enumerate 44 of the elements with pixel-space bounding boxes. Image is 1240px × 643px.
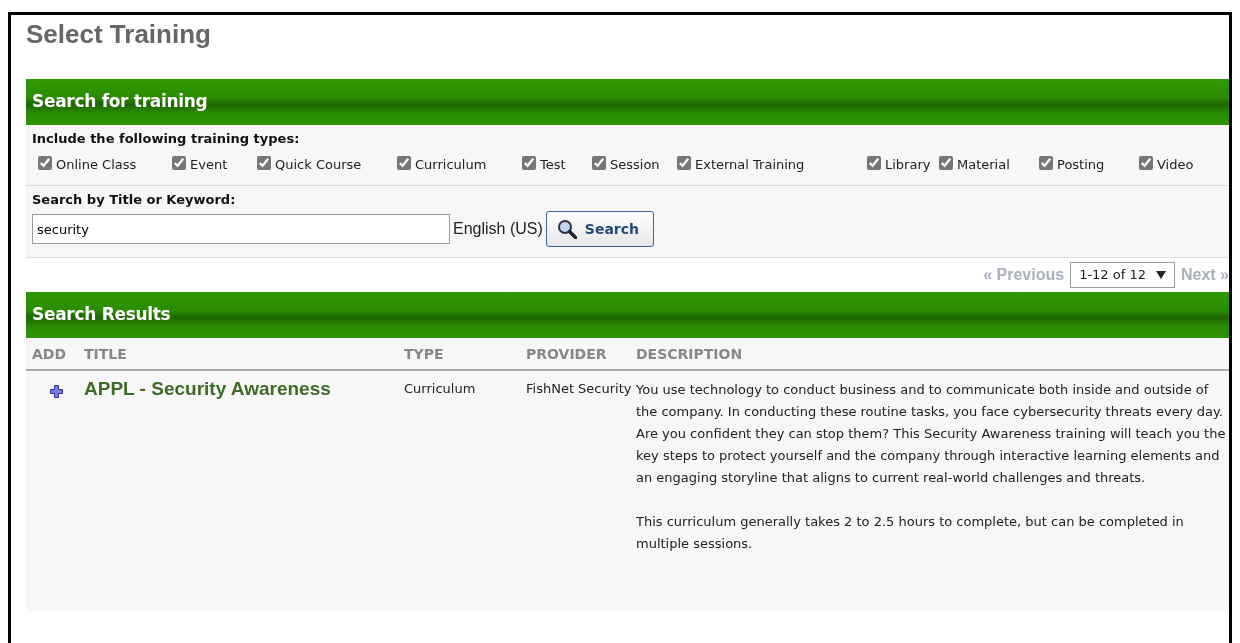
search-field[interactable]: security [32,214,450,244]
language-label: English (US) [453,219,543,239]
checkbox-label: Posting [1057,156,1105,172]
checkbox-label: Session [610,156,660,172]
checkbox-label: Curriculum [415,156,487,172]
field-label: Search by Title or Keyword: [31,190,237,209]
checkbox[interactable] [397,155,411,170]
checkbox[interactable] [1039,155,1053,170]
section-title: Search Results [32,303,171,327]
section-title: Search for training [32,90,208,114]
checkbox[interactable] [257,155,271,170]
checkbox-label: Event [190,156,228,172]
column-header: DESCRIPTION [636,345,744,364]
add-icon[interactable] [50,385,63,398]
checkbox-label: Test [540,156,566,172]
checkbox-label: Video [1157,156,1194,172]
description-text: This curriculum generally takes 2 to 2.5 hours to complete, but can be completed in multiple sessions. [636,513,1185,553]
checkbox[interactable] [592,155,606,170]
checkbox[interactable] [38,155,52,170]
table-cell-text: FishNet Security [526,380,633,398]
table-cell-text: Curriculum [404,380,477,398]
column-header: TYPE [404,345,445,364]
column-header: ADD [31,345,68,364]
field-label: Include the following training types: [31,130,301,148]
dropdown-arrow-icon [1155,271,1166,279]
checkbox[interactable] [677,155,691,170]
page-title: Select Training [26,18,212,51]
training-title-link[interactable]: APPL - Security Awareness [84,378,331,399]
checkbox-label: Quick Course [275,155,363,174]
description-text: You use technology to conduct business and to communicate both inside and outside of the company. In conducting these routine tasks, you face cybersecurity threats every day. Are you confident they can stop them? This Security Awareness training will teach you the key steps to protect yourself and the company through interactive learning elements and an engaging storyline that aligns to current real-world challenges and threats. [636,381,1227,487]
checkbox-label: Material [957,156,1010,172]
checkbox-label: Online Class [56,155,138,174]
range-dropdown[interactable]: 1-12 of 12 [1070,262,1175,288]
checkbox-label: External Training [695,155,806,174]
search-icon [556,219,577,239]
column-header: TITLE [84,345,128,364]
search-button[interactable]: Search [545,211,654,247]
column-header: PROVIDER [526,345,608,364]
checkbox[interactable] [172,155,186,170]
checkbox-label: Library [885,156,931,172]
checkbox[interactable] [1139,155,1153,170]
checkbox[interactable] [939,155,953,170]
checkbox[interactable] [522,155,536,170]
checkbox[interactable] [867,155,881,170]
